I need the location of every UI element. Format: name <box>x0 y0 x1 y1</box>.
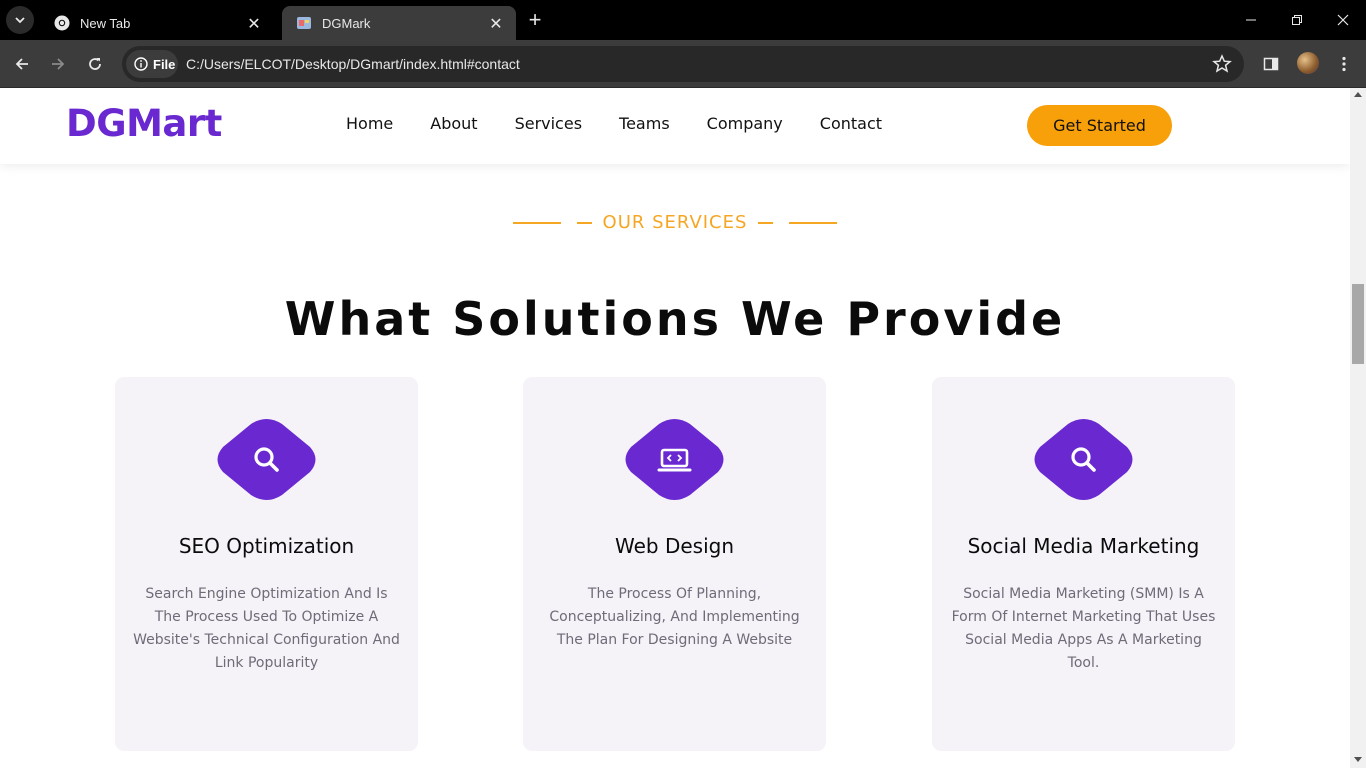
scroll-up-arrow[interactable] <box>1354 92 1362 97</box>
eyebrow-line <box>512 221 561 224</box>
info-icon <box>134 57 148 71</box>
service-card-description: The Process Of Planning, Conceptualizing… <box>549 586 800 648</box>
tab-title: New Tab <box>80 15 131 31</box>
chevron-down-icon <box>15 17 25 24</box>
browser-toolbar: File C:/Users/ELCOT/Desktop/DGmart/index… <box>0 40 1366 88</box>
eyebrow-line <box>789 221 838 224</box>
bookmark-star-icon[interactable] <box>1212 54 1232 74</box>
service-icon-badge <box>625 419 724 500</box>
scroll-down-arrow[interactable] <box>1354 757 1362 762</box>
section-eyebrow: OUR SERVICES <box>0 212 1350 233</box>
tab-new-tab[interactable]: New Tab ✕ <box>40 6 274 40</box>
new-tab-button[interactable]: + <box>522 8 548 34</box>
side-panel-icon <box>1263 57 1279 71</box>
service-card-title: Web Design <box>614 534 734 558</box>
site-info-chip[interactable]: File <box>126 50 178 78</box>
close-icon <box>1337 14 1349 26</box>
close-tab-icon[interactable]: ✕ <box>486 13 506 33</box>
service-card-description: Social Media Marketing (SMM) Is A Form O… <box>951 586 1216 671</box>
scrollbar-thumb[interactable] <box>1352 284 1364 364</box>
url-text[interactable]: C:/Users/ELCOT/Desktop/DGmart/index.html… <box>186 46 520 82</box>
tab-search-button[interactable] <box>6 6 34 34</box>
service-card-description: Search Engine Optimization And Is The Pr… <box>133 586 400 671</box>
nav-services[interactable]: Services <box>515 114 582 133</box>
nav-contact[interactable]: Contact <box>820 114 882 133</box>
site-header: DGMart Home About Services Teams Company… <box>0 88 1350 164</box>
service-card-web-design: Web Design The Process Of Planning, Conc… <box>523 377 826 751</box>
nav-about[interactable]: About <box>430 114 477 133</box>
forward-button[interactable] <box>44 50 72 78</box>
service-icon-badge <box>217 419 316 500</box>
address-bar[interactable]: File C:/Users/ELCOT/Desktop/DGmart/index… <box>122 46 1244 82</box>
minimize-button[interactable] <box>1228 0 1274 40</box>
restore-button[interactable] <box>1274 0 1320 40</box>
reload-icon <box>89 58 101 70</box>
site-logo[interactable]: DGMart <box>66 102 222 145</box>
arrow-right-icon <box>52 58 65 70</box>
close-tab-icon[interactable]: ✕ <box>244 13 264 33</box>
eyebrow-dash <box>576 221 592 224</box>
eyebrow-dash <box>758 221 774 224</box>
nav-teams[interactable]: Teams <box>619 114 670 133</box>
service-card-smm: Social Media Marketing Social Media Mark… <box>932 377 1235 751</box>
eyebrow-text: OUR SERVICES <box>602 212 748 233</box>
close-window-button[interactable] <box>1320 0 1366 40</box>
service-card-seo: SEO Optimization Search Engine Optimizat… <box>115 377 418 751</box>
page-scrollbar[interactable] <box>1350 88 1366 768</box>
get-started-button[interactable]: Get Started <box>1027 105 1172 146</box>
side-panel-button[interactable] <box>1259 52 1283 76</box>
nav-home[interactable]: Home <box>346 114 393 133</box>
minimize-icon <box>1246 19 1256 21</box>
reload-button[interactable] <box>81 50 109 78</box>
browser-menu-button[interactable] <box>1332 52 1356 76</box>
chrome-icon <box>54 15 70 31</box>
tab-dgmark[interactable]: DGMark ✕ <box>282 6 516 40</box>
back-button[interactable] <box>8 50 36 78</box>
page-favicon <box>297 17 311 29</box>
chip-label: File <box>153 56 176 72</box>
tab-title: DGMark <box>322 15 371 31</box>
restore-icon <box>1292 15 1302 25</box>
service-icon-badge <box>1034 419 1133 500</box>
more-vertical-icon <box>1342 56 1346 72</box>
arrow-left-icon <box>15 58 28 70</box>
page-viewport: DGMart Home About Services Teams Company… <box>0 88 1350 768</box>
service-card-title: SEO Optimization <box>178 534 355 558</box>
section-heading: What Solutions We Provide <box>284 292 1066 346</box>
browser-tab-bar: New Tab ✕ DGMark ✕ + <box>0 0 1366 40</box>
nav-company[interactable]: Company <box>707 114 783 133</box>
profile-avatar[interactable] <box>1297 52 1319 74</box>
main-nav: Home About Services Teams Company Contac… <box>346 114 919 133</box>
service-card-title: Social Media Marketing <box>967 534 1200 558</box>
